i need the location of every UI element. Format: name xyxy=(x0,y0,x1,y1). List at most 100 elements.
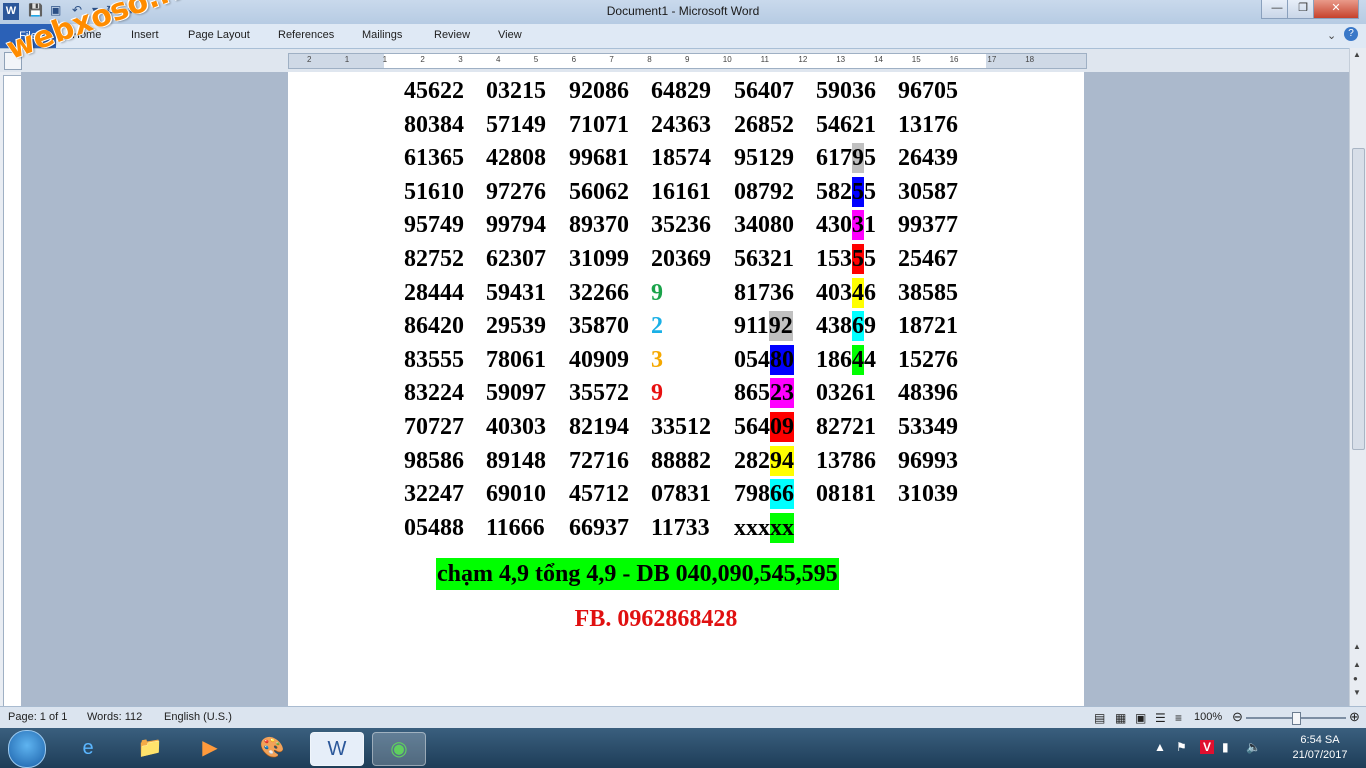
note-highlight: chạm 4,9 tổng 4,9 - DB 040,090,545,595 xyxy=(436,558,839,590)
tab-mailings[interactable]: Mailings xyxy=(362,29,402,41)
tab-view[interactable]: View xyxy=(498,29,522,41)
zoom-out-icon[interactable]: ⊖ xyxy=(1232,709,1243,725)
number-cell: 56321 xyxy=(734,246,794,272)
unikey-icon[interactable]: V xyxy=(1200,740,1215,754)
number-cell: 18721 xyxy=(898,313,958,340)
number-cell: 54621 xyxy=(816,111,876,138)
number-cell: 03261 xyxy=(816,380,876,407)
number-cell: 38585 xyxy=(898,279,958,306)
ruler-label: 2 xyxy=(307,55,312,64)
number-cell: 81736 xyxy=(734,279,794,306)
number-cell: 18574 xyxy=(651,145,711,172)
number-cell: 45622 xyxy=(404,78,464,104)
taskbar-clock[interactable]: 6:54 SA 21/07/2017 xyxy=(1280,733,1360,763)
full-screen-reading-icon[interactable]: ▦ xyxy=(1115,711,1126,725)
number-cell: 83555 xyxy=(404,346,464,373)
file-explorer-icon[interactable]: 📁 xyxy=(130,732,170,764)
number-cell: 03215 xyxy=(486,78,546,104)
ruler-label: 8 xyxy=(647,55,652,64)
number-cell: xxxxx xyxy=(734,512,794,543)
previous-page-icon[interactable]: ▲ xyxy=(1353,660,1361,669)
number-cell: 79866 xyxy=(734,479,794,510)
show-hidden-icons[interactable]: ▲ xyxy=(1154,740,1166,754)
number-cell: 43869 xyxy=(816,311,876,342)
draft-icon[interactable]: ≡ xyxy=(1175,711,1182,725)
number-cell: 15355 xyxy=(816,244,876,274)
number-cell: 40303 xyxy=(486,414,546,440)
media-player-icon[interactable]: ▶ xyxy=(190,732,230,764)
number-cell: 83224 xyxy=(404,380,464,407)
number-cell: 86420 xyxy=(404,313,464,340)
zoom-level[interactable]: 100% xyxy=(1194,711,1222,723)
scroll-up-icon[interactable]: ▲ xyxy=(1353,50,1361,59)
ribbon-expand-icon[interactable]: ⌄ xyxy=(1327,29,1336,42)
number-cell: 9 xyxy=(651,380,663,407)
number-cell: 71071 xyxy=(569,111,629,138)
action-center-icon[interactable]: ⚑ xyxy=(1176,740,1187,754)
number-cell: 08792 xyxy=(734,178,794,205)
help-icon[interactable]: ? xyxy=(1344,27,1358,41)
number-cell: 53349 xyxy=(898,414,958,440)
ruler-label: 2 xyxy=(420,55,425,64)
number-cell: 56409 xyxy=(734,412,794,442)
ruler-label: 12 xyxy=(798,55,808,64)
tab-references[interactable]: References xyxy=(278,29,334,41)
start-button[interactable] xyxy=(8,730,46,768)
volume-icon[interactable]: 🔈 xyxy=(1246,740,1261,754)
contact-text: FB. 0962868428 xyxy=(574,606,738,632)
number-cell: 30587 xyxy=(898,178,958,205)
scroll-up-icon[interactable]: ▲ xyxy=(1353,642,1361,651)
network-icon[interactable]: ▮ xyxy=(1222,740,1229,754)
horizontal-ruler[interactable]: 2 1 1 2 3 4 5 6 7 8 9 10 11 12 13 14 15 16 17 18 xyxy=(288,53,1087,69)
tab-review[interactable]: Review xyxy=(434,29,470,41)
number-cell: 05488 xyxy=(404,514,464,541)
number-cell: 62307 xyxy=(486,246,546,272)
ruler-label: 10 xyxy=(722,55,732,64)
number-cell: 9 xyxy=(651,279,663,306)
number-cell: 61795 xyxy=(816,143,876,174)
vertical-scrollbar[interactable]: ▲ ▲ ▲ ● ▼ xyxy=(1349,48,1366,706)
number-cell: 29539 xyxy=(486,313,546,340)
number-cell: 28444 xyxy=(404,279,464,306)
web-layout-icon[interactable]: ▣ xyxy=(1135,711,1146,725)
word-count[interactable]: Words: 112 xyxy=(87,711,142,723)
coccoc-browser-icon[interactable]: ◉ xyxy=(372,732,426,766)
number-cell: 86523 xyxy=(734,378,794,409)
number-cell: 13176 xyxy=(898,111,958,138)
tab-insert[interactable]: Insert xyxy=(131,29,159,41)
number-cell: 43031 xyxy=(816,210,876,241)
internet-explorer-icon[interactable]: e xyxy=(68,732,108,764)
outline-icon[interactable]: ☰ xyxy=(1155,711,1166,725)
zoom-in-icon[interactable]: ⊕ xyxy=(1349,709,1360,725)
number-cell: 26439 xyxy=(898,145,958,172)
ruler-label: 18 xyxy=(1025,55,1035,64)
print-layout-icon[interactable]: ▤ xyxy=(1094,711,1105,725)
ruler-label: 1 xyxy=(382,55,388,64)
page-count[interactable]: Page: 1 of 1 xyxy=(8,711,67,723)
clock-time: 6:54 SA xyxy=(1300,734,1340,746)
language-indicator[interactable]: English (U.S.) xyxy=(164,711,232,723)
ruler-label: 14 xyxy=(874,55,883,64)
number-cell: 78061 xyxy=(486,346,546,373)
paint-icon[interactable]: 🎨 xyxy=(252,732,292,764)
tab-page-layout[interactable]: Page Layout xyxy=(188,29,250,41)
select-browse-object-icon[interactable]: ● xyxy=(1353,674,1358,683)
next-page-icon[interactable]: ▼ xyxy=(1353,688,1361,697)
zoom-slider-thumb[interactable] xyxy=(1292,712,1301,725)
number-cell: 51610 xyxy=(404,178,464,205)
ruler-label: 3 xyxy=(458,55,463,64)
number-cell: 99681 xyxy=(569,145,629,172)
clock-date: 21/07/2017 xyxy=(1292,749,1348,761)
word-taskbar-icon[interactable]: W xyxy=(310,732,364,766)
close-button[interactable]: ✕ xyxy=(1313,0,1359,19)
number-cell: 15276 xyxy=(898,346,958,373)
ruler-label: 1 xyxy=(344,55,350,64)
scrollbar-thumb[interactable] xyxy=(1352,148,1365,450)
number-cell: 70727 xyxy=(404,414,464,440)
ruler-label: 4 xyxy=(496,55,501,64)
number-cell: 59431 xyxy=(486,279,546,306)
ruler-label: 11 xyxy=(760,55,769,64)
number-cell: 91192 xyxy=(734,311,793,342)
ruler-label: 9 xyxy=(685,55,690,64)
number-cell: 20369 xyxy=(651,246,711,272)
